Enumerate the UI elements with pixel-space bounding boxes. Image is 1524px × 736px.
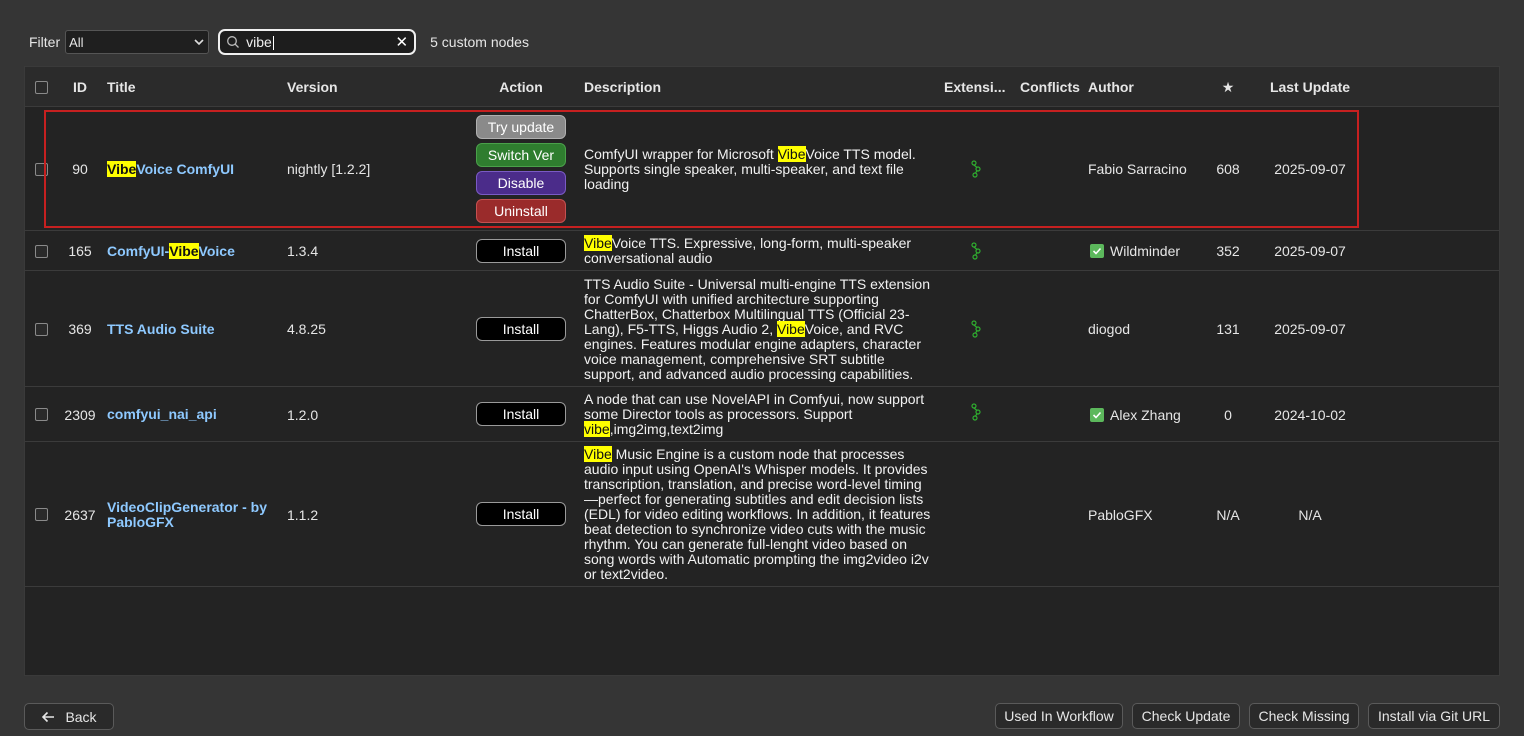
filter-select-value: All [69, 34, 84, 50]
extensions-icon[interactable] [969, 320, 983, 338]
table-row[interactable]: 165 ComfyUI-VibeVoice 1.3.4 Install Vibe… [25, 231, 1499, 271]
row-description: ComfyUI wrapper for Microsoft VibeVoice … [584, 145, 916, 192]
select-all-checkbox[interactable] [34, 80, 48, 94]
col-author[interactable]: Author [1088, 67, 1168, 107]
row-description: VibeVoice TTS. Expressive, long-form, mu… [584, 235, 912, 266]
row-checkbox[interactable] [34, 508, 48, 521]
row-title-link[interactable]: VideoClipGenerator - by PabloGFX [107, 499, 277, 530]
row-last-update: 2025-09-07 [1274, 161, 1346, 177]
table-row[interactable]: 2637 VideoClipGenerator - by PabloGFX 1.… [25, 442, 1499, 587]
row-title-link[interactable]: TTS Audio Suite [107, 321, 215, 337]
switch-version-button[interactable]: Switch Ver [476, 143, 566, 167]
search-input-value: vibe [246, 33, 272, 50]
row-author: Fabio Sarracino [1088, 161, 1187, 177]
extensions-icon[interactable] [969, 403, 983, 421]
row-stars: N/A [1216, 506, 1240, 523]
col-id[interactable]: ID [65, 67, 95, 107]
row-version: 1.1.2 [287, 506, 319, 523]
install-button[interactable]: Install [476, 402, 566, 426]
row-author: Wildminder [1110, 243, 1181, 259]
col-description[interactable]: Description [584, 67, 704, 107]
row-id: 165 [68, 243, 92, 259]
clear-search-icon[interactable]: ✕ [396, 35, 409, 50]
row-last-update: 2025-09-07 [1274, 243, 1346, 259]
row-author: PabloGFX [1088, 506, 1153, 523]
row-stars: 0 [1224, 406, 1232, 423]
row-last-update: N/A [1298, 506, 1322, 523]
chevron-down-icon [194, 39, 204, 46]
try-update-button[interactable]: Try update [476, 115, 566, 139]
filter-toolbar: Filter All vibe ✕ 5 custom nodes [29, 29, 529, 55]
row-last-update: 2025-09-07 [1274, 321, 1346, 337]
row-title-link[interactable]: ComfyUI-VibeVoice [107, 242, 235, 259]
used-in-workflow-button[interactable]: Used In Workflow [995, 703, 1123, 729]
row-last-update: 2024-10-02 [1274, 406, 1346, 423]
check-update-button[interactable]: Check Update [1132, 703, 1240, 729]
install-via-git-url-button[interactable]: Install via Git URL [1368, 703, 1500, 729]
row-stars: 131 [1216, 321, 1240, 337]
extensions-icon[interactable] [969, 242, 983, 260]
col-action: Action [499, 79, 543, 95]
col-extensions[interactable]: Extensi... [944, 67, 1014, 107]
row-id: 2309 [64, 406, 96, 423]
col-last-update[interactable]: Last Update [1265, 67, 1355, 107]
row-description: Vibe Music Engine is a custom node that … [584, 446, 931, 582]
col-conflicts[interactable]: Conflicts [1020, 67, 1090, 107]
row-version: 4.8.25 [287, 321, 326, 337]
check-missing-button[interactable]: Check Missing [1249, 703, 1359, 729]
row-checkbox[interactable] [34, 244, 48, 258]
back-label: Back [65, 708, 97, 725]
row-description: TTS Audio Suite - Universal multi-engine… [584, 275, 931, 382]
row-id: 2637 [64, 506, 96, 523]
table-row[interactable]: 369 TTS Audio Suite 4.8.25 Install TTS A… [25, 271, 1499, 387]
row-title-link[interactable]: comfyui_nai_api [107, 407, 217, 422]
row-checkbox[interactable] [34, 408, 48, 421]
verified-check-icon [1090, 407, 1104, 422]
row-title-link[interactable]: VibeVoice ComfyUI [107, 160, 234, 177]
row-version: nightly [1.2.2] [287, 161, 371, 177]
row-version: 1.2.0 [287, 406, 319, 423]
custom-nodes-table: ID Title Version Action Description Exte… [24, 66, 1500, 676]
verified-check-icon [1090, 244, 1104, 258]
arrow-left-icon [42, 711, 55, 722]
row-checkbox[interactable] [34, 322, 48, 336]
row-author: Alex Zhang [1110, 406, 1181, 423]
row-stars: 608 [1216, 161, 1240, 177]
table-header: ID Title Version Action Description Exte… [25, 67, 1499, 107]
install-button[interactable]: Install [476, 317, 566, 341]
row-description: A node that can use NovelAPI in Comfyui,… [584, 391, 925, 437]
row-id: 90 [72, 161, 88, 177]
search-icon [227, 36, 240, 48]
back-button[interactable]: Back [24, 703, 114, 730]
result-count: 5 custom nodes [430, 34, 529, 50]
disable-button[interactable]: Disable [476, 171, 566, 195]
row-id: 369 [68, 321, 92, 337]
row-version: 1.3.4 [287, 243, 319, 259]
install-button[interactable]: Install [476, 502, 566, 526]
filter-select[interactable]: All [65, 30, 210, 54]
row-stars: 352 [1216, 243, 1240, 259]
table-row[interactable]: 2309 comfyui_nai_api 1.2.0 Install A nod… [25, 387, 1499, 442]
extensions-icon[interactable] [969, 160, 983, 178]
install-button[interactable]: Install [476, 239, 566, 263]
col-title[interactable]: Title [107, 67, 207, 107]
uninstall-button[interactable]: Uninstall [476, 199, 566, 223]
filter-label: Filter [29, 34, 61, 50]
search-input[interactable]: vibe ✕ [218, 29, 417, 55]
col-stars[interactable]: ★ [1213, 67, 1243, 107]
table-row[interactable]: 90 VibeVoice ComfyUI nightly [1.2.2] Try… [25, 107, 1499, 231]
col-version[interactable]: Version [287, 67, 387, 107]
row-author: diogod [1088, 321, 1131, 337]
row-checkbox[interactable] [34, 162, 48, 176]
